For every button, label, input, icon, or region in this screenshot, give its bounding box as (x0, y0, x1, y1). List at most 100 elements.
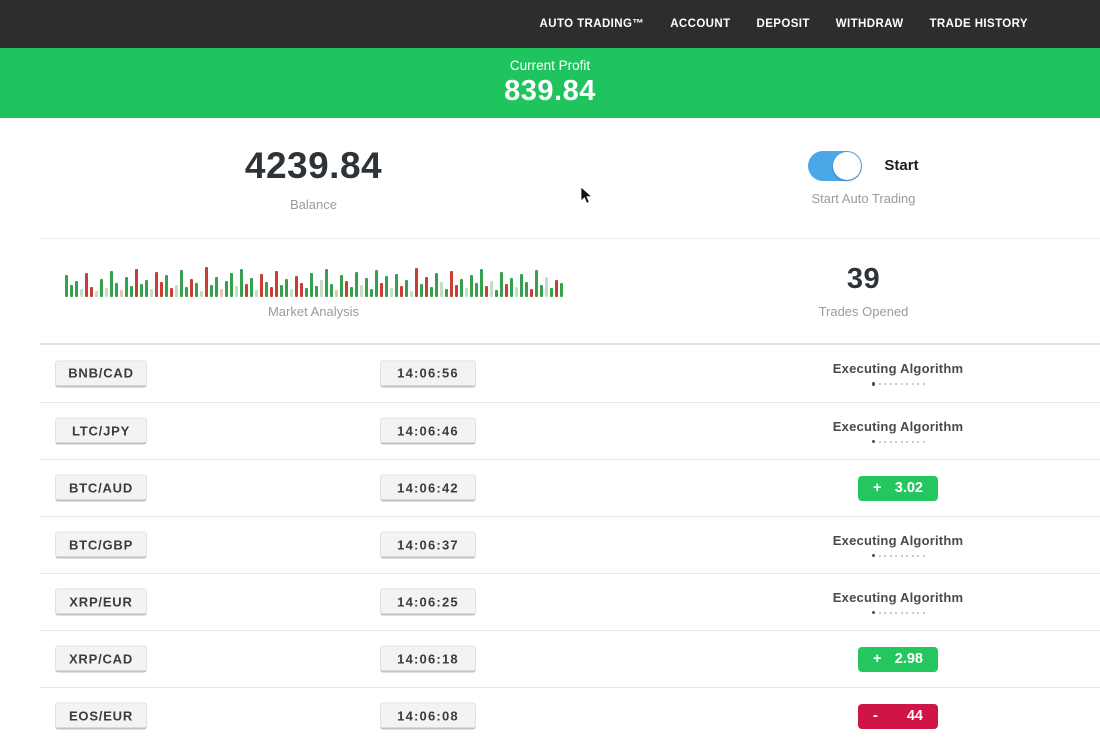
market-bar (305, 288, 308, 297)
progress-dots (872, 554, 925, 558)
pair-badge: XRP/CAD (55, 646, 147, 673)
executing-algorithm-label: Executing Algorithm (833, 361, 963, 376)
market-bar (145, 280, 148, 297)
market-bar (135, 269, 138, 297)
market-bar (130, 286, 133, 297)
market-bar (400, 286, 403, 297)
pair-badge: LTC/JPY (55, 418, 147, 445)
market-bar (220, 289, 223, 297)
time-badge: 14:06:42 (380, 475, 476, 502)
pair-badge: BTC/AUD (55, 475, 147, 502)
executing-algorithm-label: Executing Algorithm (833, 590, 963, 605)
market-bar (425, 277, 428, 297)
time-badge: 14:06:46 (380, 418, 476, 445)
market-bar (285, 279, 288, 297)
market-bar (435, 273, 438, 297)
market-bar (155, 272, 158, 297)
market-bar (225, 281, 228, 297)
market-bar (235, 286, 238, 297)
market-bar (540, 285, 543, 297)
trade-result: Executing Algorithm (788, 345, 1008, 402)
nav-item-withdraw[interactable]: WITHDRAW (836, 18, 904, 30)
market-bar (450, 271, 453, 297)
market-bar (530, 289, 533, 297)
market-bar (275, 271, 278, 297)
market-bar (465, 288, 468, 297)
profit-badge: +2.98 (858, 647, 938, 672)
trade-result: +2.98 (788, 631, 1008, 687)
market-bar (170, 288, 173, 297)
nav-item-deposit[interactable]: DEPOSIT (757, 18, 810, 30)
pair-badge: BTC/GBP (55, 532, 147, 559)
market-bar (160, 282, 163, 297)
time-badge: 14:06:25 (380, 589, 476, 616)
market-bar (200, 291, 203, 297)
trades-list: BNB/CAD14:06:56Executing Algorithm LTC/JP… (40, 343, 1100, 742)
market-bar (240, 269, 243, 297)
market-bar (350, 287, 353, 297)
market-bar (340, 275, 343, 297)
market-bar (445, 289, 448, 297)
market-bar (75, 281, 78, 297)
market-bar (430, 287, 433, 297)
market-bar (140, 284, 143, 297)
market-bar (90, 287, 93, 297)
trade-row: XRP/CAD14:06:18+2.98 (40, 630, 1100, 687)
market-bar (110, 271, 113, 297)
market-bar (230, 273, 233, 297)
trade-row: EOS/EUR14:06:08-44 (40, 687, 1100, 742)
pair-badge: XRP/EUR (55, 589, 147, 616)
market-bar (410, 291, 413, 297)
market-bar (345, 281, 348, 297)
pair-badge: EOS/EUR (55, 703, 147, 730)
trade-row: BTC/AUD14:06:42+3.02 (40, 459, 1100, 516)
current-profit-value: 839.84 (504, 75, 596, 108)
market-bar (510, 278, 513, 297)
trade-row: BNB/CAD14:06:56Executing Algorithm (40, 345, 1100, 402)
market-bar (415, 268, 418, 297)
market-bar (335, 290, 338, 297)
market-bar (460, 279, 463, 297)
nav-item-trade-history[interactable]: TRADE HISTORY (930, 18, 1029, 30)
result-value: 44 (907, 708, 923, 724)
market-bar (405, 280, 408, 297)
nav-item-account[interactable]: ACCOUNT (670, 18, 730, 30)
nav-item-auto-trading[interactable]: AUTO TRADING™ (540, 18, 645, 30)
progress-dots (872, 611, 925, 615)
progress-dots (872, 440, 925, 444)
top-navigation: AUTO TRADING™ ACCOUNT DEPOSIT WITHDRAW TRADE… (0, 0, 1100, 48)
market-bar (245, 284, 248, 297)
market-section: Market Analysis 39 Trades Opened (0, 239, 1100, 343)
market-bar (115, 283, 118, 297)
market-bar (85, 273, 88, 297)
market-bar (120, 290, 123, 297)
market-bar (295, 276, 298, 297)
market-bar (365, 278, 368, 297)
trade-row: LTC/JPY14:06:46Executing Algorithm (40, 402, 1100, 459)
market-bar (80, 289, 83, 297)
market-bar (320, 280, 323, 297)
market-bar (370, 289, 373, 297)
result-sign: + (873, 651, 881, 667)
market-bar (505, 284, 508, 297)
market-bar (300, 283, 303, 297)
market-bar (175, 285, 178, 297)
result-sign: - (873, 708, 878, 724)
market-bar (480, 269, 483, 297)
market-bar (525, 282, 528, 297)
market-bar (380, 283, 383, 297)
market-bar (395, 274, 398, 297)
progress-dots (872, 382, 925, 386)
market-bar (205, 267, 208, 297)
trade-result: - 44 (788, 688, 1008, 742)
executing-algorithm-label: Executing Algorithm (833, 533, 963, 548)
trade-row: XRP/EUR 14:06:25 Executing Algorithm (40, 573, 1100, 630)
market-bar (520, 274, 523, 297)
trade-row: BTC/GBP14:06:37Executing Algorithm (40, 516, 1100, 573)
auto-trading-toggle[interactable] (808, 151, 862, 181)
market-bar (125, 277, 128, 297)
result-value: 2.98 (895, 651, 923, 667)
toggle-label: Start (884, 157, 918, 174)
market-bar (105, 288, 108, 297)
market-bar (495, 290, 498, 297)
